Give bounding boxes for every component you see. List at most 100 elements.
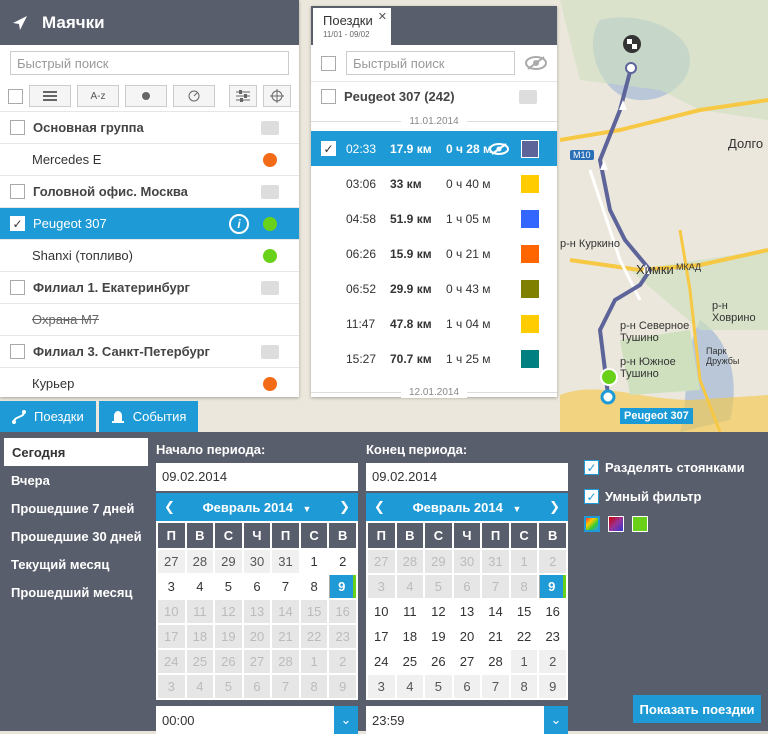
trip-group-checkbox[interactable]: [321, 89, 336, 104]
trip-row[interactable]: 06:52 29.9 км 0 ч 43 м: [311, 271, 557, 306]
trip-row[interactable]: 11:47 47.8 км 1 ч 04 м: [311, 306, 557, 341]
trips-search-input[interactable]: Быстрый поиск: [346, 51, 515, 75]
calendar-day[interactable]: 17: [368, 625, 395, 648]
select-all-checkbox[interactable]: [8, 88, 23, 104]
calendar-day[interactable]: 29: [215, 550, 242, 573]
tab-trips[interactable]: Поездки: [0, 401, 96, 432]
trip-row[interactable]: 06:26 15.9 км 0 ч 21 м: [311, 236, 557, 271]
preset-last-month[interactable]: Прошедший месяц: [4, 578, 148, 606]
calendar-day[interactable]: 27: [158, 550, 185, 573]
calendar-day[interactable]: 2: [539, 650, 566, 673]
calendar-day-selected[interactable]: 9: [539, 575, 566, 598]
calendar-day[interactable]: 18: [396, 625, 424, 648]
calendar-day[interactable]: 5: [425, 675, 452, 698]
show-trips-button[interactable]: Показать поездки: [633, 695, 761, 723]
prev-month-icon[interactable]: ❮: [374, 499, 385, 515]
next-month-icon[interactable]: ❯: [339, 499, 350, 515]
tab-events[interactable]: События: [98, 401, 199, 432]
beacon-row[interactable]: Mercedes E: [0, 143, 299, 175]
calendar-day[interactable]: 8: [510, 675, 538, 698]
calendar-day[interactable]: 8: [300, 575, 328, 598]
settings-button[interactable]: [229, 85, 257, 107]
eye-icon[interactable]: [489, 142, 509, 155]
info-icon[interactable]: i: [229, 213, 249, 234]
preset-yesterday[interactable]: Вчера: [4, 466, 148, 494]
split-by-stops-option[interactable]: ✓ Разделять стоянками: [584, 460, 745, 475]
calendar-day[interactable]: 7: [482, 675, 509, 698]
beacon-row[interactable]: Охрана М7: [0, 303, 299, 335]
trip-checkbox[interactable]: ✓: [321, 141, 336, 156]
calendar-day[interactable]: 28: [186, 550, 214, 573]
calendar-day[interactable]: 28: [482, 650, 509, 673]
calendar-day[interactable]: 3: [158, 575, 185, 598]
chevron-down-icon[interactable]: ▼: [512, 504, 521, 514]
calendar-day[interactable]: 1: [300, 550, 328, 573]
calendar-day[interactable]: 9: [539, 675, 566, 698]
calendar-day[interactable]: 14: [482, 600, 509, 623]
calendar-day[interactable]: 31: [272, 550, 299, 573]
trip-color-swatch[interactable]: [521, 139, 539, 158]
prev-month-icon[interactable]: ❮: [164, 499, 175, 515]
message-icon[interactable]: [261, 184, 279, 199]
beacon-row[interactable]: Shanxi (топливо): [0, 239, 299, 271]
calendar-day[interactable]: 25: [396, 650, 424, 673]
preset-today[interactable]: Сегодня: [4, 438, 148, 466]
message-icon[interactable]: [261, 280, 279, 295]
chevron-down-icon[interactable]: ▼: [302, 504, 311, 514]
split-by-stops-checkbox[interactable]: ✓: [584, 460, 599, 475]
calendar-day[interactable]: 3: [368, 675, 395, 698]
beacon-checkbox[interactable]: ✓: [10, 216, 25, 231]
preset-last-30-days[interactable]: Прошедшие 30 дней: [4, 522, 148, 550]
next-month-icon[interactable]: ❯: [549, 499, 560, 515]
trip-color-swatch[interactable]: [521, 279, 539, 298]
calendar-day[interactable]: 21: [482, 625, 509, 648]
group-row[interactable]: Головной офис. Москва: [0, 175, 299, 207]
calendar-day[interactable]: 2: [329, 550, 356, 573]
close-icon[interactable]: ✕: [378, 10, 387, 23]
beacon-row-selected[interactable]: ✓ Peugeot 307 i: [0, 207, 299, 239]
calendar-day[interactable]: 4: [396, 675, 424, 698]
message-icon[interactable]: [519, 89, 537, 104]
calendar-day[interactable]: 15: [510, 600, 538, 623]
calendar-day[interactable]: 24: [368, 650, 395, 673]
list-view-button[interactable]: [29, 85, 71, 107]
calendar-day[interactable]: 16: [539, 600, 566, 623]
group-row[interactable]: Основная группа: [0, 111, 299, 143]
locate-button[interactable]: [263, 85, 291, 107]
group-row[interactable]: Филиал 3. Санкт-Петербург: [0, 335, 299, 367]
trip-row[interactable]: 04:58 51.9 км 1 ч 05 м: [311, 201, 557, 236]
group-checkbox[interactable]: [10, 184, 25, 199]
vehicle-tag[interactable]: Peugeot 307: [620, 408, 693, 424]
start-time-select[interactable]: 00:00 ⌄: [156, 706, 358, 734]
group-checkbox[interactable]: [10, 344, 25, 359]
chevron-down-icon[interactable]: ⌄: [334, 706, 358, 734]
calendar-day[interactable]: 27: [453, 650, 481, 673]
calendar-day[interactable]: 1: [510, 650, 538, 673]
end-date-input[interactable]: 09.02.2014: [366, 463, 568, 491]
calendar-day[interactable]: 13: [453, 600, 481, 623]
calendar-day[interactable]: 4: [186, 575, 214, 598]
calendar-day[interactable]: 7: [272, 575, 299, 598]
speed-filter-button[interactable]: [173, 85, 215, 107]
trip-row[interactable]: 15:27 70.7 км 1 ч 25 м: [311, 341, 557, 376]
group-checkbox[interactable]: [10, 120, 25, 135]
calendar-day[interactable]: 6: [243, 575, 271, 598]
gradient-mode-icon[interactable]: [608, 516, 624, 532]
multicolor-mode-icon[interactable]: [584, 516, 600, 532]
calendar-day[interactable]: 22: [510, 625, 538, 648]
calendar-day[interactable]: 19: [425, 625, 452, 648]
calendar-day[interactable]: 26: [425, 650, 452, 673]
trips-tab[interactable]: Поездки 11/01 - 09/02 ✕: [313, 8, 391, 45]
trip-row-selected[interactable]: ✓ 02:33 17.9 км 0 ч 28 м: [311, 131, 557, 166]
calendar-day-selected[interactable]: 9: [329, 575, 356, 598]
trip-color-swatch[interactable]: [521, 209, 539, 228]
message-icon[interactable]: [261, 120, 279, 135]
preset-last-7-days[interactable]: Прошедшие 7 дней: [4, 494, 148, 522]
calendar-day[interactable]: 10: [368, 600, 395, 623]
trip-group-row[interactable]: Peugeot 307 (242): [311, 81, 557, 111]
end-month-label[interactable]: Февраль 2014: [413, 500, 503, 515]
calendar-day[interactable]: 6: [453, 675, 481, 698]
calendar-day[interactable]: 23: [539, 625, 566, 648]
trip-row[interactable]: 03:06 33 км 0 ч 40 м: [311, 166, 557, 201]
group-checkbox[interactable]: [10, 280, 25, 295]
